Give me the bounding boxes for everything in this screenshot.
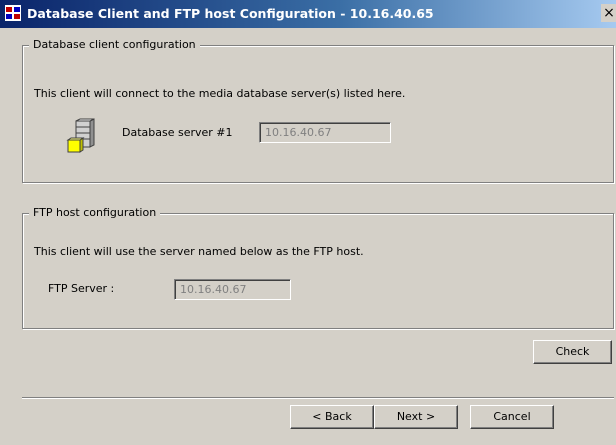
title-bar[interactable]: Database Client and FTP host Configurati… [0,0,616,28]
dialog-window: Database Client and FTP host Configurati… [0,0,616,445]
database-client-description: This client will connect to the media da… [34,87,406,100]
button-divider [22,397,614,399]
close-icon[interactable]: × [601,4,616,22]
check-button[interactable]: Check [533,340,612,364]
back-button[interactable]: < Back [290,405,374,429]
ftp-host-description: This client will use the server named be… [34,245,364,258]
database-client-group-legend: Database client configuration [29,38,200,51]
window-title: Database Client and FTP host Configurati… [27,6,434,21]
ftp-server-label: FTP Server : [48,282,115,295]
database-server-label: Database server #1 [122,126,233,139]
ftp-server-field[interactable]: 10.16.40.67 [174,279,291,300]
next-button[interactable]: Next > [374,405,458,429]
cancel-button[interactable]: Cancel [470,405,554,429]
database-server-field[interactable]: 10.16.40.67 [259,122,391,143]
database-server-icon [66,118,98,158]
app-icon [5,5,21,21]
database-client-group: Database client configuration This clien… [22,38,614,183]
ftp-host-group: FTP host configuration This client will … [22,206,614,329]
ftp-host-group-legend: FTP host configuration [29,206,161,219]
